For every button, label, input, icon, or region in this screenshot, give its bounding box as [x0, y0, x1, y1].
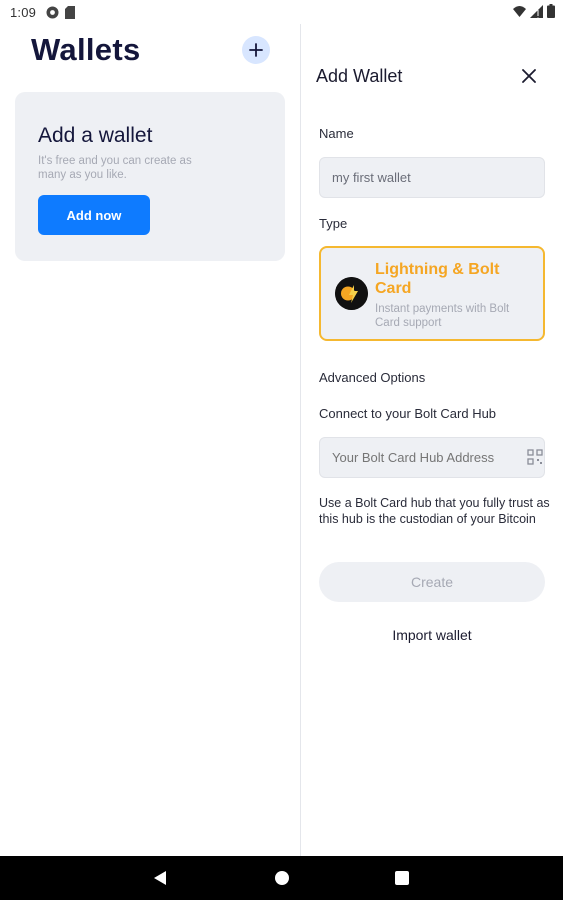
home-icon[interactable]	[275, 871, 289, 885]
create-button[interactable]: Create	[319, 562, 545, 602]
add-wallet-card-title: Add a wallet	[38, 124, 153, 147]
hub-trust-note: Use a Bolt Card hub that you fully trust…	[319, 496, 550, 526]
close-button[interactable]	[517, 64, 541, 88]
add-wallet-card-description: It's free and you can create as many as …	[38, 155, 192, 181]
battery-icon	[547, 4, 555, 18]
plus-icon	[249, 43, 263, 57]
panel-title: Add Wallet	[316, 66, 403, 86]
lightning-bolt-card-icon	[335, 277, 368, 310]
wifi-icon	[513, 5, 526, 17]
recents-icon[interactable]	[395, 871, 409, 885]
add-wallet-panel: Add Wallet Name Type Lightning & Bolt Ca…	[301, 24, 563, 856]
wallet-type-description: Instant payments with Bolt Card support	[375, 303, 510, 329]
advanced-options-label: Advanced Options	[319, 370, 426, 385]
name-label: Name	[319, 126, 354, 141]
navigation-bar	[0, 856, 563, 900]
back-icon[interactable]	[153, 870, 167, 886]
add-now-button[interactable]: Add now	[38, 195, 150, 235]
status-bar: 1:09	[0, 0, 563, 24]
status-right-icons	[513, 4, 555, 18]
qr-code-icon[interactable]	[527, 449, 543, 465]
wallets-title: Wallets	[31, 32, 141, 67]
add-wallet-card: Add a wallet It's free and you can creat…	[15, 92, 285, 261]
chrome-icon	[46, 6, 59, 18]
status-time: 1:09	[10, 4, 37, 20]
wallet-type-title: Lightning & Bolt Card	[375, 261, 500, 297]
add-wallet-button[interactable]	[242, 36, 270, 64]
close-icon	[522, 69, 536, 83]
sd-card-icon	[65, 5, 76, 19]
signal-icon	[530, 4, 543, 18]
hub-address-input[interactable]	[319, 437, 545, 478]
hub-label: Connect to your Bolt Card Hub	[319, 406, 497, 421]
status-left-icons	[46, 5, 76, 19]
type-label: Type	[319, 216, 348, 231]
wallet-type-option-lightning[interactable]: Lightning & Bolt Card Instant payments w…	[319, 246, 545, 341]
import-wallet-link[interactable]: Import wallet	[319, 627, 545, 643]
wallets-pane: Wallets Add a wallet It's free and you c…	[0, 24, 300, 856]
name-input[interactable]	[319, 157, 545, 198]
